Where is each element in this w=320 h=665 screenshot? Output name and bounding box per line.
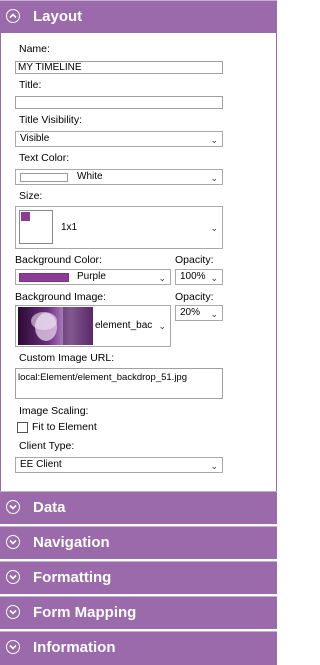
size-select[interactable]: 1x1 ⌄ [15,206,223,249]
size-cell [21,212,30,221]
bg-color-select[interactable]: Purple ⌄ [15,269,171,285]
fit-to-element-label: Fit to Element [32,421,97,433]
section-header-formatting[interactable]: Formatting [0,561,277,594]
title-input[interactable] [15,96,223,109]
chevron-up-icon [6,9,20,23]
bg-image-thumbnail [18,307,93,345]
section-title: Layout [33,8,83,25]
chevron-down-icon [6,570,20,584]
client-type-select[interactable]: EE Client ⌄ [15,457,223,473]
title-visibility-value: Visible [20,133,50,144]
chevron-down-icon: ⌄ [210,309,218,319]
name-input[interactable]: MY TIMELINE [15,61,223,74]
section-title: Formatting [33,569,112,586]
chevron-down-icon: ⌄ [158,273,166,283]
title-visibility-label: Title Visibility: [19,114,83,126]
client-type-value: EE Client [20,459,62,470]
client-type-label: Client Type: [19,440,75,452]
layout-panel: Name: MY TIMELINE Title: Title Visibilit… [0,33,277,491]
section-header-data[interactable]: Data [0,491,277,524]
bg-image-label: Background Image: [15,291,107,303]
title-label: Title: [19,79,42,91]
name-label: Name: [19,43,50,55]
chevron-down-icon [6,500,20,514]
title-visibility-select[interactable]: Visible ⌄ [15,131,223,147]
chevron-down-icon: ⌄ [210,273,218,283]
section-title: Navigation [33,534,110,551]
image-scaling-label: Image Scaling: [19,405,89,417]
color-swatch [19,273,69,282]
custom-url-label: Custom Image URL: [19,352,115,364]
image-opacity-select[interactable]: 20% ⌄ [175,305,223,321]
bg-image-select[interactable]: element_bac ⌄ [15,305,171,347]
chevron-down-icon [6,640,20,654]
chevron-down-icon: ⌄ [210,135,218,145]
chevron-down-icon [6,535,20,549]
opacity-label: Opacity: [175,254,214,266]
section-title: Data [33,499,66,516]
color-swatch [20,173,68,182]
opacity-select[interactable]: 100% ⌄ [175,269,223,285]
size-label: Size: [19,190,43,202]
text-color-label: Text Color: [19,152,70,164]
bg-image-value: element_bac [95,320,153,331]
section-header-layout[interactable]: Layout [0,0,277,33]
chevron-down-icon: ⌄ [210,173,218,183]
size-preview [19,210,53,244]
section-title: Information [33,639,116,656]
image-opacity-label: Opacity: [175,291,214,303]
text-color-select[interactable]: White ⌄ [15,169,223,185]
chevron-down-icon: ⌄ [210,223,218,233]
section-header-navigation[interactable]: Navigation [0,526,277,559]
text-color-value: White [77,171,103,182]
section-title: Form Mapping [33,604,137,621]
fit-to-element-checkbox[interactable] [17,422,28,433]
section-header-form-mapping[interactable]: Form Mapping [0,596,277,629]
custom-url-input[interactable]: local:Element/element_backdrop_51.jpg [15,368,223,399]
section-header-information[interactable]: Information [0,631,277,665]
opacity-value: 100% [180,271,206,282]
chevron-down-icon: ⌄ [158,321,166,331]
chevron-down-icon [6,605,20,619]
bg-color-value: Purple [77,271,106,282]
image-opacity-value: 20% [180,307,201,318]
size-value: 1x1 [61,222,78,233]
bg-color-label: Background Color: [15,254,102,266]
chevron-down-icon: ⌄ [210,461,218,471]
